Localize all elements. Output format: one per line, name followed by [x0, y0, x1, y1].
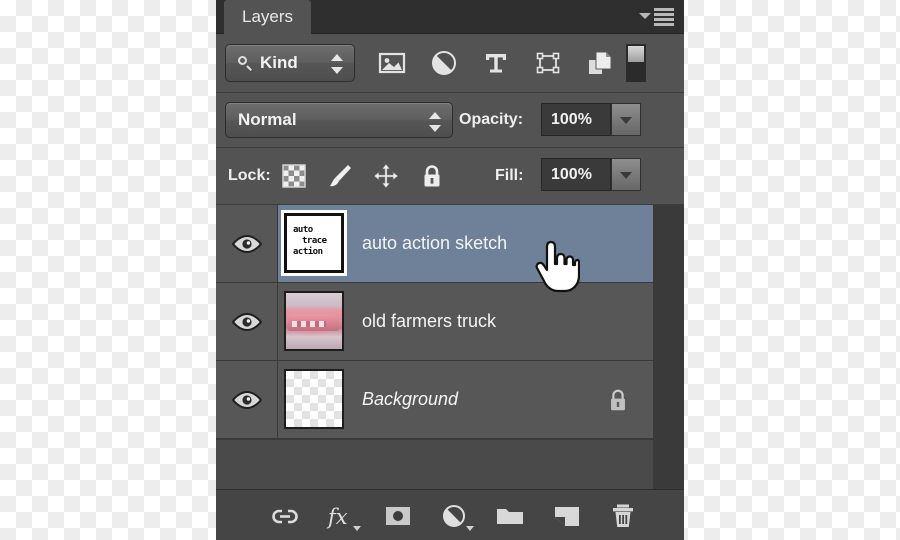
bottom-bar-icons: fx	[268, 497, 640, 535]
lock-transparent-pixels-icon[interactable]	[280, 162, 308, 190]
opacity-stepper[interactable]	[611, 103, 641, 136]
layer-thumbnail[interactable]	[284, 369, 344, 429]
add-layer-mask-icon[interactable]	[381, 499, 415, 533]
fill-value: 100%	[551, 165, 592, 183]
filter-kind-label: Kind	[260, 53, 298, 72]
layer-thumbnail[interactable]: auto trace action	[281, 210, 347, 276]
new-adjustment-layer-icon[interactable]	[437, 499, 474, 533]
filter-type-layers-icon[interactable]	[480, 47, 512, 79]
lock-fill-row: Lock: Fill: 100%	[216, 148, 684, 205]
filter-pixel-layers-icon[interactable]	[376, 47, 408, 79]
eye-icon	[231, 312, 262, 331]
opacity-label: Opacity:	[459, 111, 524, 128]
blend-mode-value: Normal	[238, 110, 297, 129]
lock-label: Lock:	[228, 167, 271, 184]
new-group-icon[interactable]	[493, 499, 527, 533]
tab-layers[interactable]: Layers	[224, 0, 312, 34]
up-down-arrows-icon	[331, 54, 343, 74]
filter-smart-object-layers-icon[interactable]	[584, 47, 616, 79]
blend-opacity-row: Normal Opacity: 100%	[216, 93, 684, 148]
link-layers-icon[interactable]	[268, 499, 302, 533]
lock-position-icon[interactable]	[372, 162, 400, 190]
layer-list-scrollbar[interactable]	[653, 205, 684, 489]
chevron-down-icon	[465, 526, 474, 531]
panel-tab-bar: Layers	[216, 0, 684, 34]
filter-shape-layers-icon[interactable]	[532, 47, 564, 79]
delete-layer-icon[interactable]	[606, 499, 640, 533]
layer-name[interactable]: old farmers truck	[362, 283, 496, 360]
layer-name[interactable]: Background	[362, 361, 458, 438]
panel-menu-icon[interactable]	[634, 7, 674, 27]
thumbnail-image: auto trace action	[284, 213, 344, 273]
fill-label: Fill:	[495, 167, 524, 184]
filter-type-icons	[376, 44, 616, 82]
layers-panel-bottom-bar: fx	[216, 489, 684, 540]
eye-icon	[231, 234, 262, 253]
svg-text:fx: fx	[326, 505, 348, 529]
opacity-value: 100%	[551, 110, 592, 128]
opacity-input[interactable]: 100%	[541, 103, 611, 136]
layer-visibility-toggle[interactable]	[216, 361, 278, 438]
hamburger-icon	[654, 8, 674, 26]
thumbnail-text: auto trace action	[293, 225, 327, 257]
filter-enable-toggle[interactable]	[626, 44, 646, 82]
magnifier-icon	[238, 55, 253, 71]
eye-icon	[231, 390, 262, 409]
layer-visibility-toggle[interactable]	[216, 283, 278, 360]
up-down-arrows-icon	[429, 112, 441, 132]
fill-input[interactable]: 100%	[541, 158, 611, 191]
blend-mode-select[interactable]: Normal	[225, 102, 453, 138]
table-row[interactable]: Background	[216, 361, 653, 439]
chevron-down-icon	[639, 13, 651, 19]
lock-image-pixels-icon[interactable]	[326, 162, 354, 190]
layer-visibility-toggle[interactable]	[216, 205, 278, 282]
filter-adjustment-layers-icon[interactable]	[428, 47, 460, 79]
layers-panel: Layers Kind Normal Opacity: 100% Lock: F…	[216, 0, 684, 540]
chevron-down-icon	[353, 526, 362, 531]
filter-kind-select[interactable]: Kind	[225, 44, 355, 82]
table-row[interactable]: old farmers truck	[216, 283, 653, 361]
layer-filter-row: Kind	[216, 34, 684, 93]
layer-style-fx-icon[interactable]: fx	[324, 499, 362, 533]
lock-all-icon[interactable]	[418, 162, 446, 190]
new-layer-icon[interactable]	[550, 499, 584, 533]
fill-stepper[interactable]	[611, 158, 641, 191]
table-row[interactable]: auto trace action auto action sketch	[216, 205, 653, 283]
layer-thumbnail[interactable]	[284, 291, 344, 351]
toggle-knob	[628, 46, 644, 62]
layer-name[interactable]: auto action sketch	[362, 205, 507, 282]
thumbnail-image	[286, 293, 342, 349]
lock-icon	[605, 386, 631, 414]
lock-buttons	[280, 159, 446, 193]
thumbnail-image	[286, 371, 342, 427]
layer-list-empty-area	[216, 439, 653, 489]
layer-list: auto trace action auto action sketch old…	[216, 205, 684, 489]
